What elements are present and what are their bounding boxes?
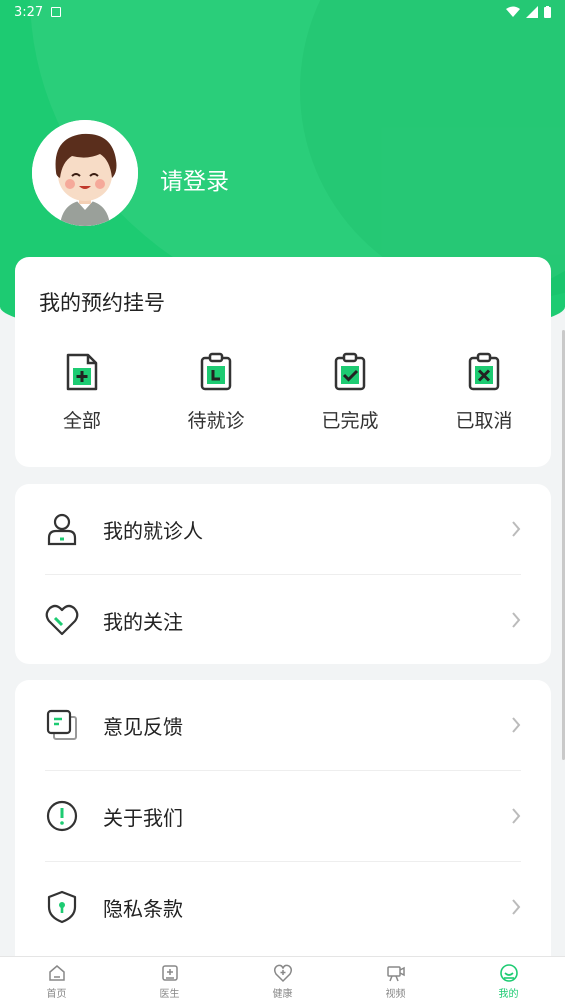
appointment-completed-label: 已完成 xyxy=(321,410,379,432)
chevron-right-icon xyxy=(512,521,521,537)
menu-label: 我的关注 xyxy=(103,610,183,634)
menu-label: 我的就诊人 xyxy=(103,519,203,543)
shield-icon xyxy=(47,890,77,924)
feedback-icon xyxy=(46,709,77,740)
tab-label: 我的 xyxy=(498,989,519,1000)
status-time: 3:27 xyxy=(14,4,44,20)
wifi-icon xyxy=(506,6,520,17)
appointment-title: 我的预约挂号 xyxy=(39,291,165,315)
heart-icon xyxy=(45,604,79,636)
signal-icon xyxy=(526,6,538,18)
tab-label: 医生 xyxy=(159,989,180,1000)
bottom-tab-bar: 首页 医生 健康 视频 我的 xyxy=(0,956,565,1004)
appointment-all-label: 全部 xyxy=(62,410,101,432)
tab-doctor[interactable]: 医生 xyxy=(113,957,226,1004)
clipboard-pending-icon xyxy=(200,352,232,391)
document-plus-icon xyxy=(66,353,98,391)
tab-label: 视频 xyxy=(385,989,406,1000)
chevron-right-icon xyxy=(512,612,521,628)
clipboard-check-icon xyxy=(334,352,366,391)
doctor-icon xyxy=(161,965,178,981)
appointment-pending-button[interactable]: 待就诊 xyxy=(149,352,283,433)
appointment-card: 我的预约挂号 全部 待就诊 已完成 已取消 xyxy=(15,257,551,467)
menu-label: 意见反馈 xyxy=(103,715,183,739)
menu-item-patients[interactable]: 我的就诊人 xyxy=(15,484,551,575)
avatar[interactable] xyxy=(32,120,138,226)
tab-home[interactable]: 首页 xyxy=(0,957,113,1004)
menu-group-2: 意见反馈 关于我们 隐私条款 xyxy=(15,680,551,956)
health-icon xyxy=(273,964,292,983)
appointment-pending-label: 待就诊 xyxy=(187,410,245,432)
appointment-all-button[interactable]: 全部 xyxy=(15,352,149,433)
profile-icon xyxy=(499,964,518,982)
login-link[interactable]: 请登录 xyxy=(160,162,229,196)
clipboard-cancel-icon xyxy=(468,352,500,391)
menu-label: 隐私条款 xyxy=(103,897,183,921)
video-icon xyxy=(386,966,405,982)
chevron-right-icon xyxy=(512,717,521,733)
battery-icon xyxy=(544,6,551,18)
menu-label: 关于我们 xyxy=(103,806,183,830)
tab-profile[interactable]: 我的 xyxy=(452,957,565,1004)
avatar-illustration xyxy=(32,120,138,226)
menu-item-feedback[interactable]: 意见反馈 xyxy=(15,680,551,771)
appointment-cancelled-button[interactable]: 已取消 xyxy=(417,352,551,433)
tab-label: 健康 xyxy=(272,989,293,1000)
status-bar: 3:27 xyxy=(0,0,565,24)
patient-icon xyxy=(47,513,77,546)
chevron-right-icon xyxy=(512,808,521,824)
home-icon xyxy=(48,965,65,981)
tab-video[interactable]: 视频 xyxy=(339,957,452,1004)
tab-label: 首页 xyxy=(46,989,67,1000)
appointment-completed-button[interactable]: 已完成 xyxy=(283,352,417,433)
menu-item-following[interactable]: 我的关注 xyxy=(15,575,551,666)
appointment-cancelled-label: 已取消 xyxy=(455,410,513,432)
menu-item-about[interactable]: 关于我们 xyxy=(15,771,551,862)
tab-health[interactable]: 健康 xyxy=(226,957,339,1004)
menu-group-1: 我的就诊人 我的关注 xyxy=(15,484,551,664)
menu-item-privacy[interactable]: 隐私条款 xyxy=(15,862,551,953)
chevron-right-icon xyxy=(512,899,521,915)
info-icon xyxy=(46,800,78,832)
notification-icon xyxy=(51,7,62,17)
